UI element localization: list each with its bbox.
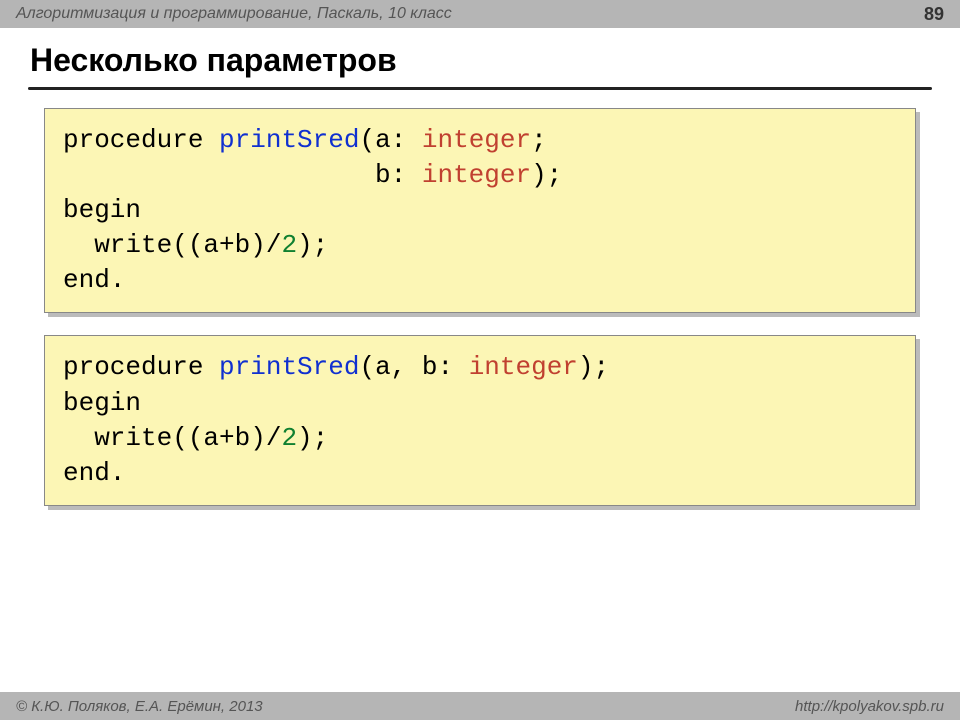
code-text: ); — [297, 230, 328, 260]
code-text: integer — [469, 352, 578, 382]
code-text: write((a+b)/ — [63, 230, 281, 260]
code-text: integer — [422, 160, 531, 190]
title-underline — [28, 87, 932, 90]
code-text: ); — [531, 160, 562, 190]
code-text: printSred — [219, 352, 359, 382]
code-text: 2 — [281, 230, 297, 260]
code-text: begin — [63, 388, 141, 418]
code-text: write((a+b)/ — [63, 423, 281, 453]
code-text: ; — [531, 125, 547, 155]
code-text: b: — [63, 160, 422, 190]
code-box-1: procedure printSred(a: integer; b: integ… — [44, 108, 916, 313]
header-strip: Алгоритмизация и программирование, Паска… — [0, 0, 960, 28]
slide-title: Несколько параметров — [0, 28, 960, 87]
code-text: ); — [578, 352, 609, 382]
code-box-2: procedure printSred(a, b: integer); begi… — [44, 335, 916, 505]
header-subject: Алгоритмизация и программирование, Паска… — [16, 5, 452, 23]
code-text: ); — [297, 423, 328, 453]
footer-copyright: © К.Ю. Поляков, Е.А. Ерёмин, 2013 — [16, 698, 263, 715]
code-text: printSred — [219, 125, 359, 155]
footer-strip: © К.Ю. Поляков, Е.А. Ерёмин, 2013 http:/… — [0, 692, 960, 720]
code-text: procedure — [63, 125, 219, 155]
code-text: end. — [63, 458, 125, 488]
code-text: (a, b: — [359, 352, 468, 382]
code-text: (a: — [359, 125, 421, 155]
code-text: begin — [63, 195, 141, 225]
code-text: 2 — [281, 423, 297, 453]
code-text: procedure — [63, 352, 219, 382]
page-number: 89 — [924, 4, 944, 25]
footer-url: http://kpolyakov.spb.ru — [795, 698, 944, 715]
code-text: end. — [63, 265, 125, 295]
code-text: integer — [422, 125, 531, 155]
